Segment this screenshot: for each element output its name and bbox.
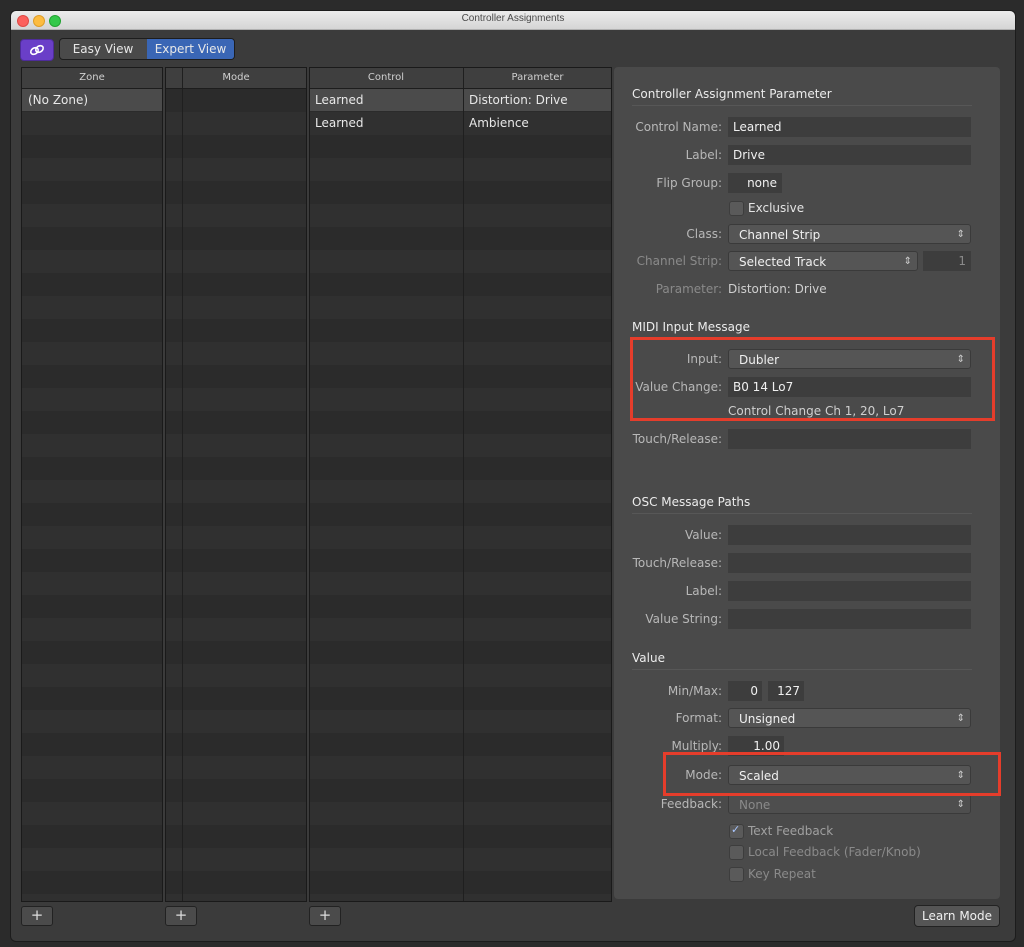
easy-view-button[interactable]: Easy View [60,39,146,59]
osc-value-string-label: Value String: [645,612,722,626]
exclusive-checkbox[interactable] [729,201,744,216]
chevron-updown-icon: ⇕ [956,229,965,240]
osc-label-label: Label: [685,584,722,598]
parameter-label: Parameter: [655,282,722,296]
osc-value-string-field[interactable] [728,609,971,629]
chevron-updown-icon: ⇕ [903,256,912,267]
label-label: Label: [685,148,722,162]
class-label: Class: [686,227,722,241]
zone-rows: (No Zone) [22,89,162,901]
learn-mode-button[interactable]: Learn Mode [914,905,1000,927]
text-feedback-checkbox[interactable]: ✓ [729,823,744,839]
touch-release-field[interactable] [728,429,971,449]
parameter-cell: Ambience [469,116,529,130]
channel-strip-number-field[interactable]: 1 [923,251,971,271]
touch-release-label: Touch/Release: [632,432,722,446]
link-icon [29,44,45,56]
midi-highlight-box [630,337,995,421]
title-bar: Controller Assignments [11,11,1015,30]
mode-header: Mode [166,68,306,89]
control-name-label: Control Name: [635,120,722,134]
window-title: Controller Assignments [461,13,565,24]
format-popup[interactable]: Unsigned ⇕ [728,708,971,728]
control-rows: Learned Distortion: Drive Learned Ambien… [310,89,611,901]
format-label: Format: [675,711,722,725]
parameter-cell: Distortion: Drive [469,93,568,107]
local-feedback-label: Local Feedback (Fader/Knob) [748,845,921,859]
text-feedback-label: Text Feedback [748,824,834,838]
section-title-osc: OSC Message Paths [632,495,751,509]
label-field[interactable]: Drive [728,145,971,165]
link-button[interactable] [20,39,54,61]
control-column-header[interactable]: Control [310,68,462,88]
osc-touch-release-label: Touch/Release: [632,556,722,570]
class-popup[interactable]: Channel Strip ⇕ [728,224,971,244]
control-cell: Learned [315,116,364,130]
control-name-field[interactable]: Learned [728,117,971,137]
zone-item: (No Zone) [28,93,89,107]
divider [632,669,972,670]
control-list-header: Control Parameter [310,68,611,89]
chevron-updown-icon: ⇕ [956,713,965,724]
key-repeat-checkbox[interactable] [729,867,744,882]
min-field[interactable]: 0 [728,681,762,701]
flip-group-label: Flip Group: [656,176,722,190]
multiply-label: Multiply: [671,739,722,753]
feedback-popup[interactable]: None ⇕ [728,794,971,814]
chevron-updown-icon: ⇕ [956,799,965,810]
feedback-label: Feedback: [660,797,722,811]
controller-assignments-window: Controller Assignments Easy View Expert … [10,10,1016,942]
mode-highlight-box [663,752,1001,796]
channel-strip-label: Channel Strip: [636,254,722,268]
parameter-column-header[interactable]: Parameter [464,68,611,88]
column-divider [182,68,183,88]
zone-list: Zone (No Zone) [21,67,163,902]
osc-label-field[interactable] [728,581,971,601]
minmax-label: Min/Max: [667,684,722,698]
max-field[interactable]: 127 [768,681,804,701]
mode-list: Mode [165,67,307,902]
channel-strip-popup[interactable]: Selected Track ⇕ [728,251,918,271]
local-feedback-checkbox[interactable] [729,845,744,860]
section-title-value: Value [632,651,665,665]
exclusive-label: Exclusive [748,201,805,215]
add-zone-button[interactable]: + [21,906,53,926]
key-repeat-label: Key Repeat [748,867,816,881]
parameter-value: Distortion: Drive [728,282,827,296]
column-divider [463,89,464,901]
divider [632,105,972,106]
expert-view-button[interactable]: Expert View [147,39,234,59]
osc-value-label: Value: [685,528,722,542]
zone-header: Zone [22,68,162,89]
osc-touch-release-field[interactable] [728,553,971,573]
osc-value-field[interactable] [728,525,971,545]
view-mode-selector: Easy View Expert View [59,38,235,60]
section-title-assignment: Controller Assignment Parameter [632,87,832,101]
divider [632,513,972,514]
column-divider [182,89,183,901]
section-title-midi: MIDI Input Message [632,320,750,334]
checkmark-icon: ✓ [731,823,741,836]
mode-rows [166,89,306,901]
add-control-button[interactable]: + [309,906,341,926]
control-list: Control Parameter Learned Distortion: Dr… [309,67,612,902]
control-cell: Learned [315,93,364,107]
add-mode-button[interactable]: + [165,906,197,926]
flip-group-field[interactable]: none [728,173,782,193]
